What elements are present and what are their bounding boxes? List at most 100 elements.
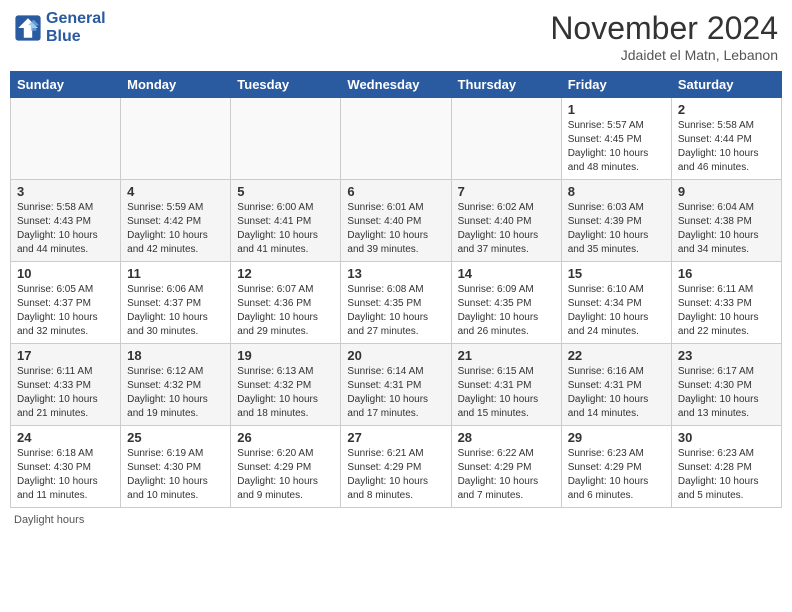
day-info: Sunrise: 6:08 AM Sunset: 4:35 PM Dayligh… — [347, 283, 444, 339]
day-info: Sunrise: 6:19 AM Sunset: 4:30 PM Dayligh… — [127, 447, 224, 503]
week-row-4: 17 Sunrise: 6:11 AM Sunset: 4:33 PM Dayli… — [11, 344, 782, 426]
day-cell — [231, 98, 341, 180]
day-cell: 28Sunrise: 6:22 AM Sunset: 4:29 PM Dayli… — [451, 426, 561, 508]
day-info: Sunrise: 5:59 AM Sunset: 4:42 PM Dayligh… — [127, 201, 224, 257]
day-cell: 18Sunrise: 6:12 AM Sunset: 4:32 PM Dayli… — [121, 344, 231, 426]
day-info: Sunrise: 5:58 AM Sunset: 4:43 PM Dayligh… — [17, 201, 114, 257]
logo: General Blue — [14, 10, 106, 46]
day-cell: 12Sunrise: 6:07 AM Sunset: 4:36 PM Dayli… — [231, 262, 341, 344]
day-info: Sunrise: 6:03 AM Sunset: 4:39 PM Dayligh… — [568, 201, 665, 257]
day-info: Sunrise: 6:04 AM Sunset: 4:38 PM Dayligh… — [678, 201, 775, 257]
month-title: November 2024 — [550, 10, 778, 47]
day-cell: 30 Sunrise: 6:23 AM Sunset: 4:28 PM Dayli… — [671, 426, 781, 508]
day-info: Sunrise: 6:01 AM Sunset: 4:40 PM Dayligh… — [347, 201, 444, 257]
calendar: SundayMondayTuesdayWednesdayThursdayFrid… — [10, 71, 782, 508]
day-number: 22 — [568, 348, 665, 363]
day-cell: 22 Sunrise: 6:16 AM Sunset: 4:31 PM Dayli… — [561, 344, 671, 426]
day-cell: 20 Sunrise: 6:14 AM Sunset: 4:31 PM Dayli… — [341, 344, 451, 426]
day-info: Sunrise: 6:14 AM Sunset: 4:31 PM Dayligh… — [347, 365, 444, 421]
day-info: Sunrise: 6:00 AM Sunset: 4:41 PM Dayligh… — [237, 201, 334, 257]
day-number: 24 — [17, 430, 114, 445]
day-number: 9 — [678, 184, 775, 199]
day-number: 7 — [458, 184, 555, 199]
day-number: 11 — [127, 266, 224, 281]
day-info: Sunrise: 6:15 AM Sunset: 4:31 PM Dayligh… — [458, 365, 555, 421]
title-area: November 2024 Jdaidet el Matn, Lebanon — [550, 10, 778, 63]
header: General Blue November 2024 Jdaidet el Ma… — [10, 10, 782, 63]
day-number: 14 — [458, 266, 555, 281]
day-cell: 9 Sunrise: 6:04 AM Sunset: 4:38 PM Daylig… — [671, 180, 781, 262]
day-cell: 5Sunrise: 6:00 AM Sunset: 4:41 PM Daylig… — [231, 180, 341, 262]
day-cell — [341, 98, 451, 180]
day-number: 3 — [17, 184, 114, 199]
day-cell: 8Sunrise: 6:03 AM Sunset: 4:39 PM Daylig… — [561, 180, 671, 262]
day-cell: 4 Sunrise: 5:59 AM Sunset: 4:42 PM Daylig… — [121, 180, 231, 262]
day-number: 4 — [127, 184, 224, 199]
day-cell: 14Sunrise: 6:09 AM Sunset: 4:35 PM Dayli… — [451, 262, 561, 344]
day-cell: 29 Sunrise: 6:23 AM Sunset: 4:29 PM Dayli… — [561, 426, 671, 508]
day-number: 15 — [568, 266, 665, 281]
day-cell: 10 Sunrise: 6:05 AM Sunset: 4:37 PM Dayli… — [11, 262, 121, 344]
day-number: 10 — [17, 266, 114, 281]
day-info: Sunrise: 6:11 AM Sunset: 4:33 PM Dayligh… — [17, 365, 114, 421]
day-cell: 13 Sunrise: 6:08 AM Sunset: 4:35 PM Dayli… — [341, 262, 451, 344]
col-header-wednesday: Wednesday — [341, 72, 451, 98]
day-info: Sunrise: 5:58 AM Sunset: 4:44 PM Dayligh… — [678, 119, 775, 175]
day-info: Sunrise: 5:57 AM Sunset: 4:45 PM Dayligh… — [568, 119, 665, 175]
day-cell: 21 Sunrise: 6:15 AM Sunset: 4:31 PM Dayli… — [451, 344, 561, 426]
day-number: 13 — [347, 266, 444, 281]
week-row-3: 10 Sunrise: 6:05 AM Sunset: 4:37 PM Dayli… — [11, 262, 782, 344]
day-cell: 15 Sunrise: 6:10 AM Sunset: 4:34 PM Dayli… — [561, 262, 671, 344]
week-row-5: 24 Sunrise: 6:18 AM Sunset: 4:30 PM Dayli… — [11, 426, 782, 508]
day-info: Sunrise: 6:23 AM Sunset: 4:29 PM Dayligh… — [568, 447, 665, 503]
footer-note: Daylight hours — [10, 514, 782, 526]
col-header-sunday: Sunday — [11, 72, 121, 98]
day-cell: 26 Sunrise: 6:20 AM Sunset: 4:29 PM Dayli… — [231, 426, 341, 508]
col-header-friday: Friday — [561, 72, 671, 98]
day-info: Sunrise: 6:02 AM Sunset: 4:40 PM Dayligh… — [458, 201, 555, 257]
day-info: Sunrise: 6:05 AM Sunset: 4:37 PM Dayligh… — [17, 283, 114, 339]
day-cell: 11 Sunrise: 6:06 AM Sunset: 4:37 PM Dayli… — [121, 262, 231, 344]
day-number: 26 — [237, 430, 334, 445]
day-info: Sunrise: 6:13 AM Sunset: 4:32 PM Dayligh… — [237, 365, 334, 421]
day-info: Sunrise: 6:20 AM Sunset: 4:29 PM Dayligh… — [237, 447, 334, 503]
col-header-tuesday: Tuesday — [231, 72, 341, 98]
logo-text: General Blue — [46, 10, 106, 46]
day-info: Sunrise: 6:07 AM Sunset: 4:36 PM Dayligh… — [237, 283, 334, 339]
day-cell: 2 Sunrise: 5:58 AM Sunset: 4:44 PM Daylig… — [671, 98, 781, 180]
day-number: 23 — [678, 348, 775, 363]
day-info: Sunrise: 6:11 AM Sunset: 4:33 PM Dayligh… — [678, 283, 775, 339]
day-cell: 3 Sunrise: 5:58 AM Sunset: 4:43 PM Daylig… — [11, 180, 121, 262]
day-number: 27 — [347, 430, 444, 445]
day-cell: 27 Sunrise: 6:21 AM Sunset: 4:29 PM Dayli… — [341, 426, 451, 508]
day-info: Sunrise: 6:21 AM Sunset: 4:29 PM Dayligh… — [347, 447, 444, 503]
calendar-header-row: SundayMondayTuesdayWednesdayThursdayFrid… — [11, 72, 782, 98]
day-number: 30 — [678, 430, 775, 445]
day-cell: 7 Sunrise: 6:02 AM Sunset: 4:40 PM Daylig… — [451, 180, 561, 262]
day-cell: 6 Sunrise: 6:01 AM Sunset: 4:40 PM Daylig… — [341, 180, 451, 262]
day-cell: 1 Sunrise: 5:57 AM Sunset: 4:45 PM Daylig… — [561, 98, 671, 180]
col-header-thursday: Thursday — [451, 72, 561, 98]
day-cell: 23Sunrise: 6:17 AM Sunset: 4:30 PM Dayli… — [671, 344, 781, 426]
day-cell: 17 Sunrise: 6:11 AM Sunset: 4:33 PM Dayli… — [11, 344, 121, 426]
week-row-2: 3 Sunrise: 5:58 AM Sunset: 4:43 PM Daylig… — [11, 180, 782, 262]
week-row-1: 1 Sunrise: 5:57 AM Sunset: 4:45 PM Daylig… — [11, 98, 782, 180]
day-info: Sunrise: 6:18 AM Sunset: 4:30 PM Dayligh… — [17, 447, 114, 503]
day-number: 1 — [568, 102, 665, 117]
day-info: Sunrise: 6:23 AM Sunset: 4:28 PM Dayligh… — [678, 447, 775, 503]
day-number: 29 — [568, 430, 665, 445]
day-cell: 24 Sunrise: 6:18 AM Sunset: 4:30 PM Dayli… — [11, 426, 121, 508]
day-cell: 19Sunrise: 6:13 AM Sunset: 4:32 PM Dayli… — [231, 344, 341, 426]
col-header-saturday: Saturday — [671, 72, 781, 98]
day-info: Sunrise: 6:10 AM Sunset: 4:34 PM Dayligh… — [568, 283, 665, 339]
day-number: 16 — [678, 266, 775, 281]
day-info: Sunrise: 6:16 AM Sunset: 4:31 PM Dayligh… — [568, 365, 665, 421]
day-number: 6 — [347, 184, 444, 199]
day-number: 2 — [678, 102, 775, 117]
day-number: 20 — [347, 348, 444, 363]
day-info: Sunrise: 6:06 AM Sunset: 4:37 PM Dayligh… — [127, 283, 224, 339]
day-number: 21 — [458, 348, 555, 363]
day-cell: 25Sunrise: 6:19 AM Sunset: 4:30 PM Dayli… — [121, 426, 231, 508]
day-number: 28 — [458, 430, 555, 445]
day-number: 17 — [17, 348, 114, 363]
